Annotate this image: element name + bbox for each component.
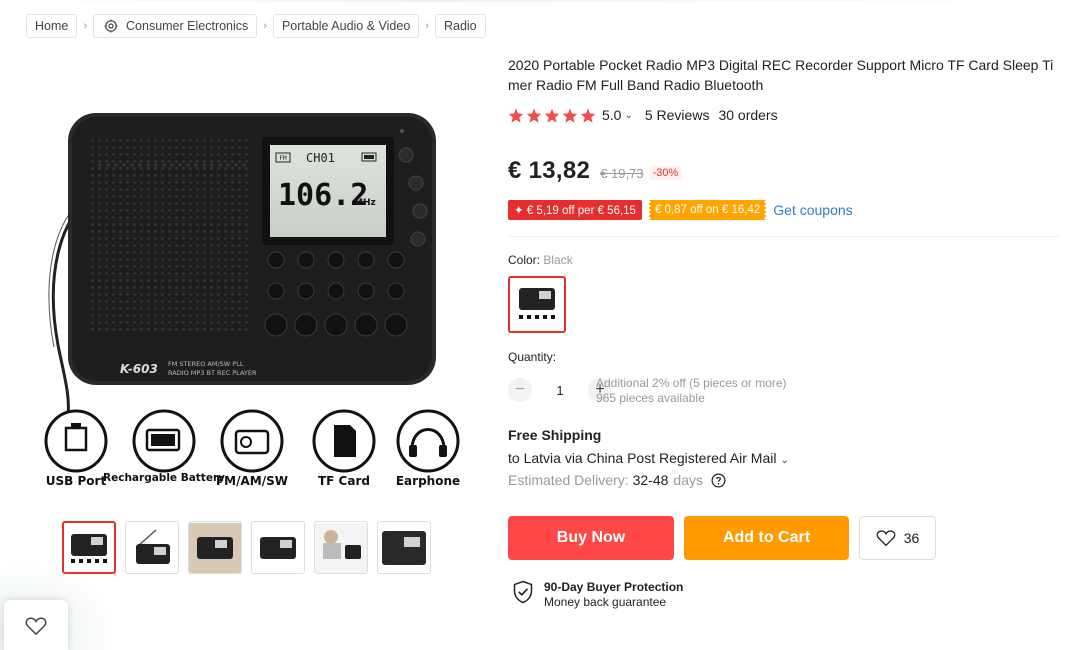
est-unit: days <box>673 472 703 488</box>
radio-brand: K-603 <box>120 362 158 376</box>
breadcrumb-label: Consumer Electronics <box>126 19 249 33</box>
current-price: € 13,82 <box>508 157 591 184</box>
wishlist-button[interactable]: 36 <box>859 516 936 560</box>
feature-battery: Rechargable Battery <box>103 472 225 484</box>
chevron-right-icon: › <box>263 20 267 32</box>
divider <box>508 236 1060 237</box>
chevron-right-icon: › <box>83 20 88 32</box>
stock-text: 965 pieces available <box>596 391 705 405</box>
price-row: € 13,82 € 19,73 -30% <box>508 157 682 185</box>
thumbnail-3[interactable] <box>188 521 242 574</box>
thumbnail-5[interactable] <box>314 521 368 574</box>
quantity-decrease-button[interactable]: − <box>508 378 532 402</box>
discount-badge: -30% <box>649 166 682 180</box>
chevron-down-icon[interactable]: ⌄ <box>624 110 632 121</box>
star-icon <box>562 108 578 123</box>
original-price: € 19,73 <box>600 166 644 181</box>
star-rating <box>508 108 596 123</box>
breadcrumb: Home › Consumer Electronics › Portable A… <box>26 13 486 39</box>
add-to-cart-button[interactable]: Add to Cart <box>684 516 849 560</box>
thumbnail-4[interactable] <box>251 521 305 574</box>
star-icon <box>544 108 560 123</box>
color-label-text: Color: <box>508 253 541 267</box>
shield-check-icon <box>512 580 534 609</box>
buy-now-button[interactable]: Buy Now <box>508 516 674 560</box>
feature-usb: USB Port <box>46 474 107 488</box>
chevron-right-icon: › <box>425 20 429 32</box>
breadcrumb-radio[interactable]: Radio <box>434 14 486 38</box>
radio-model-line1: FM STEREO AM/SW PLL <box>168 360 244 368</box>
est-label: Estimated Delivery: <box>508 472 629 488</box>
rating-value[interactable]: 5.0 <box>602 107 621 123</box>
feature-tf: TF Card <box>318 474 370 488</box>
star-icon <box>508 108 524 123</box>
help-icon[interactable] <box>711 473 726 488</box>
color-label: Color: Black <box>508 253 573 267</box>
star-icon <box>526 108 542 123</box>
lcd-unit: MHz <box>354 198 376 208</box>
lcd-band: FM <box>279 155 287 162</box>
color-value: Black <box>543 253 573 267</box>
feature-earphone: Earphone <box>396 474 460 488</box>
gear-category-icon <box>104 19 118 33</box>
reviews-link[interactable]: 5 Reviews <box>645 107 710 123</box>
product-title: 2020 Portable Pocket Radio MP3 Digital R… <box>508 57 1054 93</box>
chevron-down-icon: ⌄ <box>780 455 789 466</box>
est-days: 32-48 <box>632 472 669 488</box>
heart-icon <box>25 616 47 641</box>
protection-subtitle: Money back guarantee <box>544 595 667 609</box>
radio-model-line2: RADIO MP3 BT REC PLAYER <box>168 369 257 377</box>
floating-wishlist-button[interactable] <box>4 600 68 650</box>
feature-band: FM/AM/SW <box>216 474 288 488</box>
quantity-input[interactable]: 1 <box>532 383 588 398</box>
get-coupons-link[interactable]: Get coupons <box>773 202 852 218</box>
rating-row: 5.0 ⌄ 5 Reviews 30 orders <box>508 106 778 124</box>
color-option-black[interactable] <box>508 276 566 333</box>
shipping-method[interactable]: to Latvia via China Post Registered Air … <box>508 450 801 466</box>
protection-title: 90-Day Buyer Protection <box>544 580 684 594</box>
thumbnail-6[interactable] <box>377 521 431 574</box>
quantity-label: Quantity: <box>508 350 557 364</box>
breadcrumb-consumer-electronics[interactable]: Consumer Electronics <box>93 14 258 38</box>
top-divider <box>0 0 1070 2</box>
bulk-discount-text: Additional 2% off (5 pieces or more) <box>596 376 787 390</box>
orders-count: 30 orders <box>718 107 778 123</box>
quantity-info: Additional 2% off (5 pieces or more) 965… <box>596 376 787 406</box>
store-coupon[interactable]: ✦ € 5,19 off per € 56,15 <box>508 200 642 220</box>
shipping-title: Free Shipping <box>508 427 602 443</box>
thumbnail-2[interactable] <box>125 521 179 574</box>
estimated-delivery: Estimated Delivery: 32-48 days <box>508 472 726 488</box>
shipping-method-text: to Latvia via China Post Registered Air … <box>508 450 777 466</box>
coupons-row: ✦ € 5,19 off per € 56,15 € 0,87 off on €… <box>508 200 853 220</box>
heart-icon <box>876 530 896 547</box>
lcd-channel: CH01 <box>306 151 335 165</box>
wishlist-count: 36 <box>903 530 920 546</box>
main-product-image[interactable]: FM CH01 106.2 MHz K-603 FM STEREO AM/SW … <box>40 95 470 505</box>
breadcrumb-portable-audio[interactable]: Portable Audio & Video <box>272 14 420 38</box>
star-icon <box>580 108 596 123</box>
buyer-protection: 90-Day Buyer Protection Money back guara… <box>512 580 683 610</box>
platform-coupon[interactable]: € 0,87 off on € 16,42 <box>647 200 768 220</box>
breadcrumb-home[interactable]: Home <box>26 14 78 38</box>
